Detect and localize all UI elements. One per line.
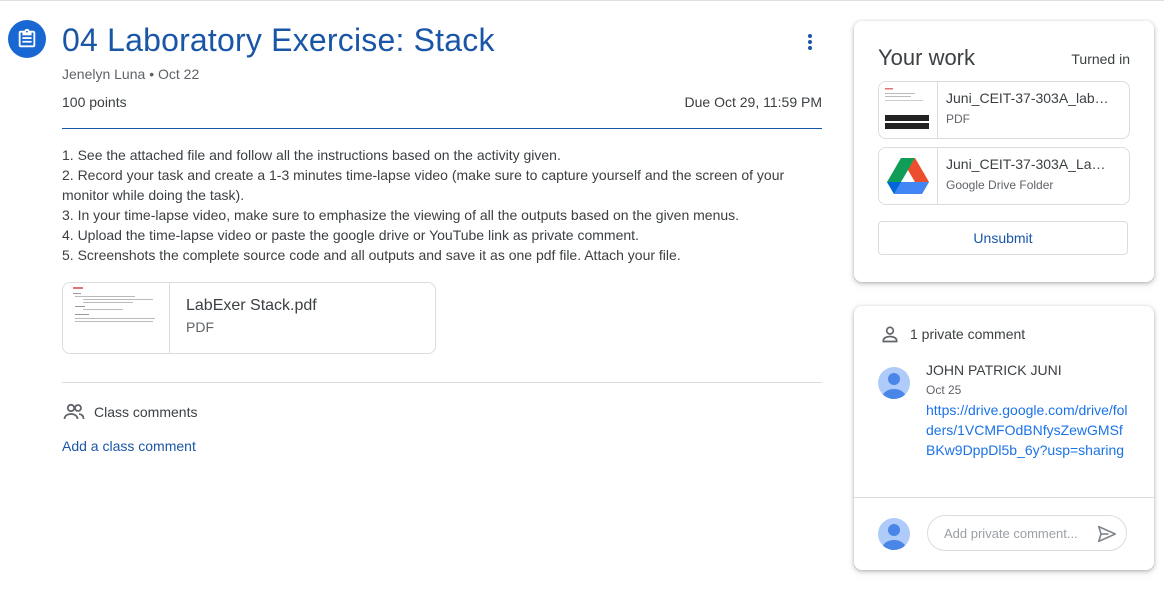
private-comments-card: 1 private comment JOHN PATRICK JUNI Oct … [854, 306, 1154, 570]
due-date: Due Oct 29, 11:59 PM [684, 94, 822, 110]
turned-in-status: Turned in [1071, 51, 1130, 67]
assignment-title: 04 Laboratory Exercise: Stack [62, 22, 495, 58]
points-label: 100 points [62, 94, 127, 110]
assignment-icon [8, 20, 46, 58]
file-name: Juni_CEIT-37-303A_La… [946, 156, 1106, 172]
people-icon [62, 400, 86, 424]
comments-divider [62, 382, 822, 383]
google-drive-icon [879, 148, 938, 204]
private-comment-placeholder: Add private comment... [944, 525, 1078, 541]
your-work-title: Your work [878, 45, 976, 70]
private-comment-count: 1 private comment [910, 326, 1026, 342]
class-comments-header: Class comments [62, 400, 197, 424]
send-icon[interactable] [1094, 521, 1120, 547]
attachment-card[interactable]: LabExer Stack.pdf PDF [62, 282, 436, 354]
attachment-name: LabExer Stack.pdf [186, 297, 317, 314]
assignment-meta: Jenelyn Luna • Oct 22 [62, 66, 199, 82]
file-type: Google Drive Folder [946, 178, 1054, 192]
meta-separator: • [149, 66, 158, 82]
comment-divider [854, 497, 1154, 498]
pdf-thumbnail [879, 82, 938, 138]
add-class-comment-link[interactable]: Add a class comment [62, 438, 196, 454]
instruction-4: 4. Upload the time-lapse video or paste … [62, 227, 639, 243]
instruction-2: 2. Record your task and create a 1-3 min… [62, 167, 785, 203]
instruction-1: 1. See the attached file and follow all … [62, 147, 561, 163]
posted-date: Oct 22 [157, 66, 200, 82]
header-divider [62, 128, 822, 129]
comment-date: Oct 25 [926, 383, 962, 397]
comment-author: JOHN PATRICK JUNI [926, 362, 1062, 378]
class-comments-label: Class comments [94, 404, 198, 420]
private-comments-header: 1 private comment [878, 322, 1025, 346]
your-work-card: Your work Turned in Juni_CEIT-37-303A_la… [854, 21, 1154, 282]
attachment-type: PDF [186, 319, 214, 335]
more-options-icon[interactable] [796, 28, 824, 56]
pdf-thumbnail [63, 283, 170, 353]
instruction-5: 5. Screenshots the complete source code … [62, 247, 681, 263]
submitted-file-pdf[interactable]: Juni_CEIT-37-303A_lab… PDF [878, 81, 1130, 139]
author-name: Jenelyn Luna [62, 66, 146, 82]
unsubmit-button[interactable]: Unsubmit [878, 221, 1128, 255]
instructions: 1. See the attached file and follow all … [62, 145, 822, 265]
comment-link[interactable]: https://drive.google.com/drive/folders/1… [926, 400, 1132, 460]
avatar [878, 367, 910, 399]
submitted-file-drive[interactable]: Juni_CEIT-37-303A_La… Google Drive Folde… [878, 147, 1130, 205]
file-name: Juni_CEIT-37-303A_lab… [946, 90, 1109, 106]
file-type: PDF [946, 112, 970, 126]
avatar [878, 518, 910, 550]
top-divider [0, 0, 1164, 1]
instruction-3: 3. In your time-lapse video, make sure t… [62, 207, 740, 223]
person-icon [878, 322, 902, 346]
